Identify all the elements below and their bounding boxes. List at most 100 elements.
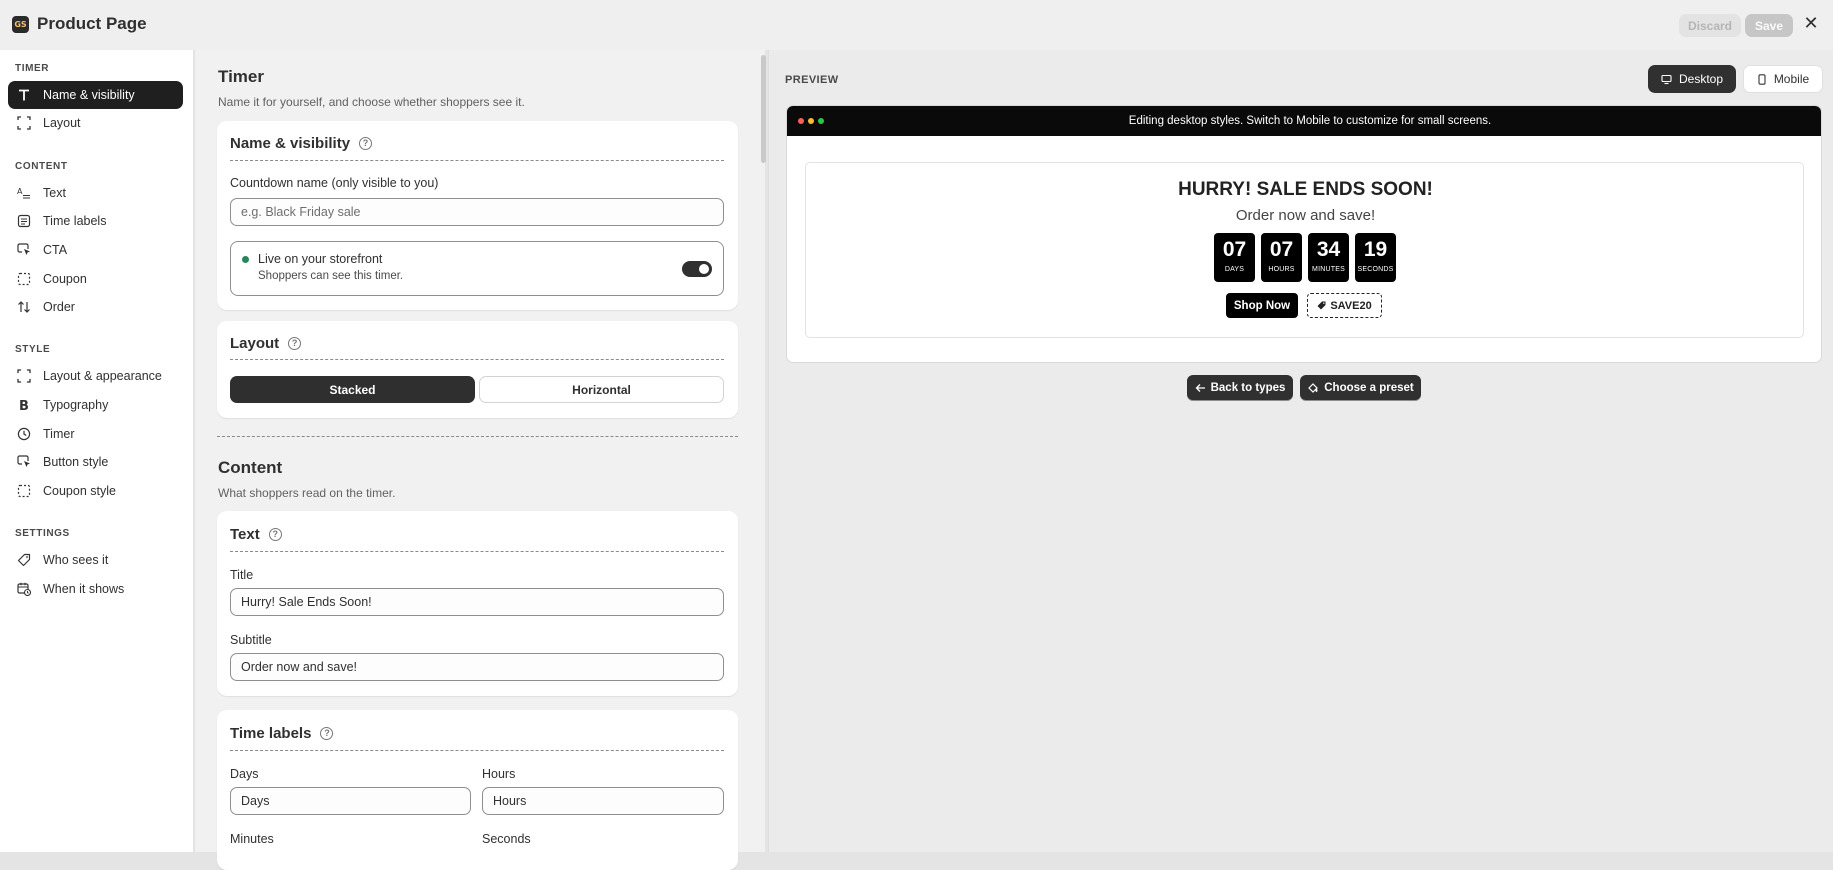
card-divider xyxy=(230,160,724,161)
sidebar-item-label: CTA xyxy=(43,243,68,257)
live-toggle[interactable] xyxy=(682,261,712,277)
minutes-field-label: Minutes xyxy=(230,832,274,846)
timer-value: 34 xyxy=(1316,238,1341,261)
card-divider xyxy=(230,551,724,552)
clock-icon xyxy=(16,426,32,442)
time-labels-card: Time labels? Days Days Hours Hours Minut… xyxy=(217,710,738,870)
layout-card: Layout? Stacked Horizontal xyxy=(217,321,738,418)
sidebar-section-style: STYLE xyxy=(15,344,51,355)
desktop-button[interactable]: Desktop xyxy=(1648,65,1736,93)
preview-label: PREVIEW xyxy=(785,74,839,86)
help-icon[interactable]: ? xyxy=(359,137,373,150)
hours-input[interactable]: Hours xyxy=(482,787,724,815)
dashed-square-icon xyxy=(16,271,32,287)
card-title: Time labels? xyxy=(230,725,334,742)
mobile-button[interactable]: Mobile xyxy=(1743,65,1823,93)
back-to-types-label: Back to types xyxy=(1210,381,1286,394)
live-storefront-box: Live on your storefront Shoppers can see… xyxy=(230,241,724,296)
sidebar-item-label: Layout & appearance xyxy=(43,369,162,383)
timer-tile-minutes: 34 MINUTES xyxy=(1308,233,1349,282)
live-status-dot xyxy=(242,256,249,263)
calendar-clock-icon xyxy=(16,581,32,597)
sidebar-item-timer[interactable]: Timer xyxy=(8,420,183,448)
coupon-code[interactable]: SAVE20 xyxy=(1307,293,1382,318)
sidebar-section-timer: TIMER xyxy=(15,63,50,74)
cursor-icon xyxy=(16,454,32,470)
bold-icon: B xyxy=(16,397,32,413)
desktop-label: Desktop xyxy=(1678,72,1724,86)
desktop-icon xyxy=(1661,74,1672,84)
section-title-timer: Timer xyxy=(218,67,264,86)
timer-unit-label: SECONDS xyxy=(1357,266,1394,273)
sidebar-item-label: Name & visibility xyxy=(43,88,135,102)
sidebar-item-button-style[interactable]: Button style xyxy=(8,448,183,476)
layout-stacked-option[interactable]: Stacked xyxy=(230,376,475,403)
sidebar-item-layout[interactable]: Layout xyxy=(8,109,183,137)
timer-unit-label: MINUTES xyxy=(1312,266,1345,273)
sidebar-section-content: CONTENT xyxy=(15,161,68,172)
sidebar-item-order[interactable]: Order xyxy=(8,293,183,321)
shop-now-button[interactable]: Shop Now xyxy=(1226,293,1298,318)
title-field-label: Title xyxy=(230,568,254,582)
coupon-code-text: SAVE20 xyxy=(1330,299,1372,312)
timer-preview: HURRY! SALE ENDS SOON! Order now and sav… xyxy=(805,162,1804,338)
section-description-content: What shoppers read on the timer. xyxy=(218,486,396,500)
browser-bar: Editing desktop styles. Switch to Mobile… xyxy=(787,106,1821,136)
page-title: Product Page xyxy=(37,14,147,33)
top-bar xyxy=(0,0,1833,50)
tag-icon xyxy=(16,552,32,568)
close-icon[interactable]: ✕ xyxy=(1803,15,1819,33)
toggle-knob xyxy=(699,264,709,274)
sidebar-item-coupon[interactable]: Coupon xyxy=(8,265,183,293)
save-button[interactable]: Save xyxy=(1745,14,1793,37)
live-subtitle: Shoppers can see this timer. xyxy=(258,270,404,282)
choose-preset-button[interactable]: Choose a preset xyxy=(1300,375,1421,400)
timer-title: HURRY! SALE ENDS SOON! xyxy=(1178,179,1433,200)
sidebar-item-when-it-shows[interactable]: When it shows xyxy=(8,575,183,603)
frame-icon xyxy=(16,115,32,131)
timer-tile-days: 07 DAYS xyxy=(1214,233,1255,282)
mobile-label: Mobile xyxy=(1773,72,1810,86)
editor-scrollbar[interactable] xyxy=(761,55,766,163)
text-style-icon: A xyxy=(16,185,32,201)
paint-icon xyxy=(1308,382,1319,393)
discard-button[interactable]: Discard xyxy=(1679,14,1741,37)
title-input[interactable]: Hurry! Sale Ends Soon! xyxy=(230,588,724,616)
text-card: Text? Title Hurry! Sale Ends Soon! Subti… xyxy=(217,511,738,696)
choose-preset-label: Choose a preset xyxy=(1324,381,1414,394)
help-icon[interactable]: ? xyxy=(288,337,302,350)
sidebar-item-label: Button style xyxy=(43,455,109,469)
sidebar-item-cta[interactable]: CTA xyxy=(8,236,183,264)
timer-unit-label: DAYS xyxy=(1224,266,1245,273)
app-logo: GS xyxy=(12,16,29,33)
svg-text:A: A xyxy=(17,187,23,196)
timer-value: 07 xyxy=(1269,238,1294,261)
sidebar-item-label: Text xyxy=(43,186,66,200)
seconds-field-label: Seconds xyxy=(482,832,531,846)
sidebar-item-name-visibility[interactable]: Name & visibility xyxy=(8,81,183,109)
subtitle-input[interactable]: Order now and save! xyxy=(230,653,724,681)
sidebar-item-who-sees-it[interactable]: Who sees it xyxy=(8,546,183,574)
card-title: Layout? xyxy=(230,335,302,352)
section-description-timer: Name it for yourself, and choose whether… xyxy=(218,95,525,109)
sidebar-item-text[interactable]: A Text xyxy=(8,179,183,207)
sidebar-item-layout-appearance[interactable]: Layout & appearance xyxy=(8,362,183,390)
sidebar-section-settings: SETTINGS xyxy=(15,528,70,539)
countdown-name-input[interactable]: e.g. Black Friday sale xyxy=(230,198,724,226)
timer-subtitle: Order now and save! xyxy=(1235,207,1376,224)
sidebar-item-label: Who sees it xyxy=(43,553,109,567)
browser-frame: Editing desktop styles. Switch to Mobile… xyxy=(786,105,1822,363)
sidebar-item-typography[interactable]: B Typography xyxy=(8,391,183,419)
sidebar-item-coupon-style[interactable]: Coupon style xyxy=(8,477,183,505)
layout-horizontal-option[interactable]: Horizontal xyxy=(479,376,724,403)
hours-field-label: Hours xyxy=(482,767,516,781)
live-title: Live on your storefront xyxy=(258,252,383,266)
timer-tile-seconds: 19 SECONDS xyxy=(1355,233,1396,282)
back-to-types-button[interactable]: Back to types xyxy=(1187,375,1293,400)
days-field-label: Days xyxy=(230,767,259,781)
days-input[interactable]: Days xyxy=(230,787,471,815)
sidebar-item-time-labels[interactable]: Time labels xyxy=(8,207,183,235)
help-icon[interactable]: ? xyxy=(320,727,334,740)
timer-tile-hours: 07 HOURS xyxy=(1261,233,1302,282)
help-icon[interactable]: ? xyxy=(268,528,282,541)
